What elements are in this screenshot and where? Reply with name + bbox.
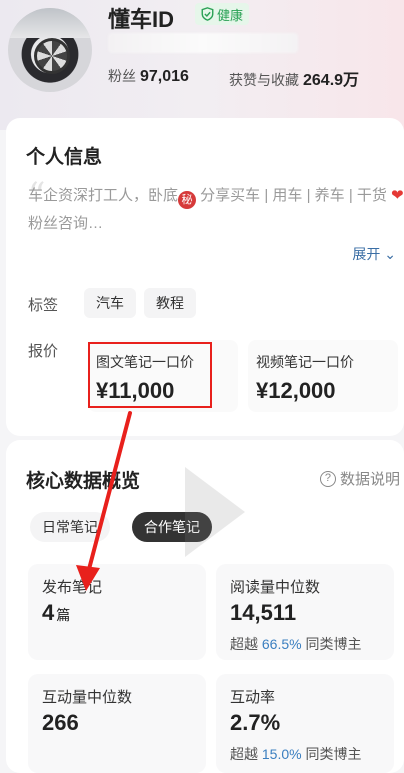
- metric-value: 14,511: [230, 600, 297, 625]
- health-label: 健康: [217, 7, 244, 23]
- play-watermark-icon: [185, 467, 245, 557]
- data-help-label: 数据说明: [339, 471, 400, 488]
- likes-stat: 获赞与收藏 264.9万: [229, 66, 359, 90]
- data-help-button[interactable]: ? 数据说明: [319, 468, 400, 489]
- metric-label: 互动率: [230, 689, 276, 706]
- bio-part-2: 分享买车 | 用车 | 养车 | 干货: [196, 187, 392, 204]
- compare-suffix: 同类博主: [305, 636, 362, 652]
- annotation-arrow-icon: [76, 411, 132, 591]
- bio-part-1: 车企资深打工人，卧底: [28, 187, 179, 204]
- avatar-car-body: [8, 8, 92, 38]
- tags-label: 标签: [28, 297, 59, 314]
- compare-percent: 66.5%: [261, 636, 302, 652]
- compare-prefix: 超越: [230, 746, 258, 762]
- expand-button[interactable]: 展开 ⌄: [352, 244, 396, 264]
- compare-prefix: 超越: [230, 636, 258, 652]
- fans-value: 97,016: [140, 68, 189, 85]
- chevron-down-icon: ⌄: [384, 246, 396, 262]
- heart-icon: ❤: [391, 187, 404, 204]
- fans-stat: 粉丝 97,016: [108, 66, 189, 86]
- bio-part-3: 粉丝咨询…: [28, 215, 104, 232]
- shield-check-icon: [201, 7, 214, 21]
- profile-name: 懂车ID: [108, 7, 175, 32]
- metric-median-interactions: 互动量中位数 266: [28, 674, 206, 773]
- likes-value: 264.9万: [303, 72, 360, 89]
- metric-interaction-rate: 互动率 2.7% 超越 15.0% 同类博主: [216, 674, 394, 773]
- metric-label: 阅读量中位数: [230, 579, 321, 596]
- tag-item[interactable]: 教程: [144, 288, 196, 318]
- tag-item[interactable]: 汽车: [84, 288, 136, 318]
- redacted-subtitle: [108, 33, 298, 53]
- metric-compare: 超越 66.5% 同类博主: [230, 634, 361, 654]
- avatar[interactable]: [8, 8, 92, 92]
- price-label: 报价: [28, 343, 59, 360]
- price-name: 视频笔记一口价: [256, 354, 354, 370]
- metric-unit: 篇: [56, 607, 71, 623]
- price-card-video-note[interactable]: 视频笔记一口价 ¥12,000: [248, 340, 398, 412]
- annotation-highlight-box: [88, 342, 212, 408]
- avatar-wheel: [34, 38, 70, 74]
- expand-label: 展开: [352, 246, 381, 262]
- metric-median-reads: 阅读量中位数 14,511 超越 66.5% 同类博主: [216, 564, 394, 660]
- metric-value: 266: [42, 710, 79, 735]
- bio-text: 车企资深打工人，卧底秘 分享买车 | 用车 | 养车 | 干货 ❤ 粉丝咨询…: [28, 182, 404, 238]
- compare-percent: 15.0%: [261, 746, 302, 762]
- metric-label: 互动量中位数: [42, 689, 133, 706]
- metric-compare: 超越 15.0% 同类博主: [230, 744, 361, 764]
- info-title: 个人信息: [26, 147, 103, 168]
- price-value: ¥12,000: [256, 378, 336, 403]
- secret-emoji-icon: 秘: [178, 191, 197, 209]
- health-badge: 健康: [195, 3, 250, 25]
- fans-label: 粉丝: [108, 68, 136, 84]
- likes-label: 获赞与收藏: [229, 72, 299, 88]
- question-circle-icon: ?: [319, 470, 336, 487]
- metric-value: 2.7%: [230, 710, 281, 735]
- compare-suffix: 同类博主: [305, 746, 362, 762]
